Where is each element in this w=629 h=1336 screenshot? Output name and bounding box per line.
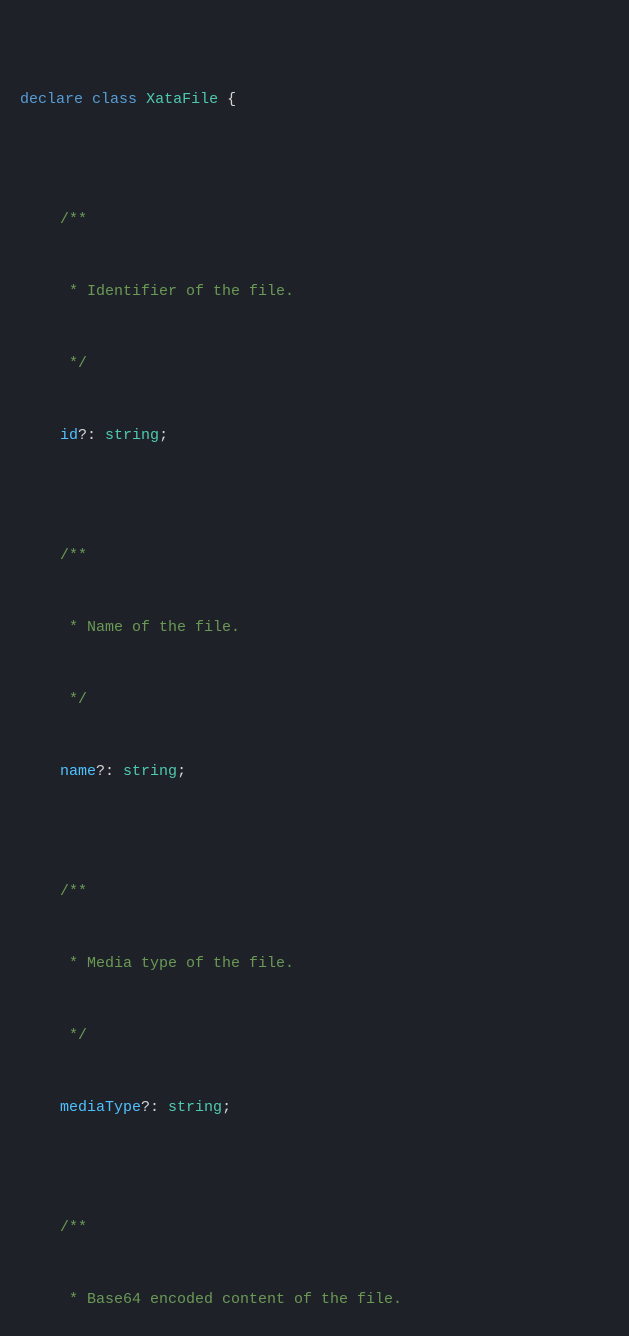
open-brace: { — [227, 91, 236, 108]
optional-name: ? — [96, 763, 105, 780]
field-mediatype: mediaType?: string; — [20, 1096, 609, 1120]
property-id: id — [60, 427, 78, 444]
semicolon-name: ; — [177, 763, 186, 780]
comment-mediatype-text: * Media type of the file. — [20, 952, 609, 976]
property-mediatype: mediaType — [60, 1099, 141, 1116]
declare-keyword: declare — [20, 91, 83, 108]
colon-id: : — [87, 427, 105, 444]
class-name: XataFile — [146, 91, 218, 108]
type-name: string — [123, 763, 177, 780]
type-id: string — [105, 427, 159, 444]
optional-id: ? — [78, 427, 87, 444]
field-name: name?: string; — [20, 760, 609, 784]
comment-id-text: * Identifier of the file. — [20, 280, 609, 304]
comment-mediatype-close: */ — [20, 1024, 609, 1048]
comment-id-close: */ — [20, 352, 609, 376]
comment-mediatype-open: /** — [20, 880, 609, 904]
colon-name: : — [105, 763, 123, 780]
class-declaration: declare class XataFile { — [20, 88, 609, 112]
comment-name-open: /** — [20, 544, 609, 568]
comment-name-text: * Name of the file. — [20, 616, 609, 640]
property-name: name — [60, 763, 96, 780]
colon-mediatype: : — [150, 1099, 168, 1116]
class-keyword: class — [92, 91, 137, 108]
type-mediatype: string — [168, 1099, 222, 1116]
comment-base64-text: * Base64 encoded content of the file. — [20, 1288, 609, 1312]
comment-base64-open: /** — [20, 1216, 609, 1240]
optional-mediatype: ? — [141, 1099, 150, 1116]
semicolon-id: ; — [159, 427, 168, 444]
code-container: declare class XataFile { /** * Identifie… — [20, 16, 609, 1336]
field-id: id?: string; — [20, 424, 609, 448]
comment-name-close: */ — [20, 688, 609, 712]
semicolon-mediatype: ; — [222, 1099, 231, 1116]
comment-id-open: /** — [20, 208, 609, 232]
